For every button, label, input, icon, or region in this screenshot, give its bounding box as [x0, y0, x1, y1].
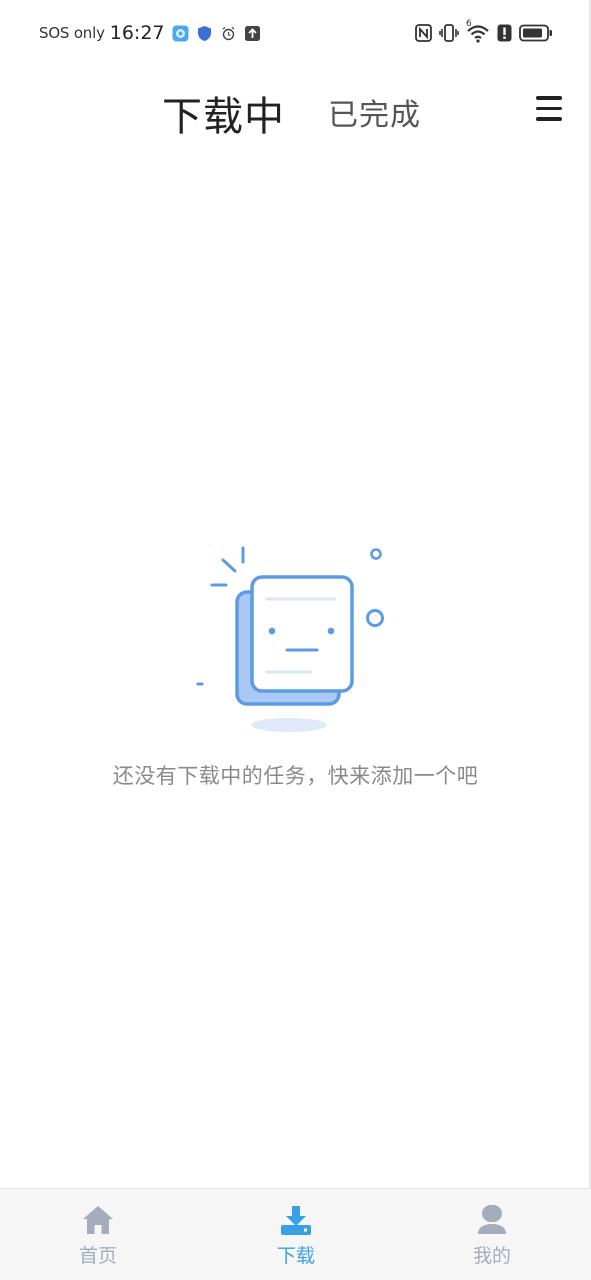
screen: SOS only 16:27 6 下载中 已完成 还没有下载中的任务，快来添加一…: [0, 0, 591, 1280]
alert-icon: [497, 24, 512, 42]
vibrate-icon: [439, 24, 459, 42]
tab-downloading[interactable]: 下载中: [162, 84, 285, 142]
alarm-icon: [222, 26, 234, 40]
shield-icon: [197, 25, 211, 41]
bottom-nav: 首页 下载 我的: [0, 1188, 591, 1280]
status-bar-right: 6: [415, 19, 553, 46]
wifi-badge: 6: [466, 19, 472, 29]
nav-label-download: 下载: [276, 1245, 315, 1267]
battery-icon: [519, 24, 552, 42]
nfc-icon: [415, 24, 432, 42]
nav-label-home: 首页: [78, 1245, 117, 1267]
home-icon: [83, 1206, 113, 1234]
menu-icon: [536, 96, 566, 121]
upload-icon: [244, 25, 260, 41]
download-icon: [281, 1206, 311, 1235]
status-bar-left: SOS only 16:27: [39, 20, 261, 46]
wifi-indicator: 6: [466, 19, 490, 43]
header: 下载中 已完成: [0, 66, 591, 156]
nav-label-mine: 我的: [472, 1245, 511, 1267]
nav-item-mine[interactable]: 我的: [452, 1203, 532, 1273]
nav-item-download[interactable]: 下载: [256, 1203, 336, 1273]
status-bar: SOS only 16:27 6: [0, 0, 591, 66]
clock-time: 16:27: [109, 22, 165, 44]
tab-completed[interactable]: 已完成: [328, 90, 421, 134]
empty-document-icon: [196, 546, 384, 732]
empty-state-message: 还没有下载中的任务，快来添加一个吧: [112, 764, 479, 788]
menu-button[interactable]: [536, 96, 566, 124]
user-icon: [478, 1205, 506, 1234]
carrier-text: SOS only: [39, 24, 105, 42]
app-gallery-icon: [172, 25, 189, 41]
nav-item-home[interactable]: 首页: [58, 1203, 138, 1273]
